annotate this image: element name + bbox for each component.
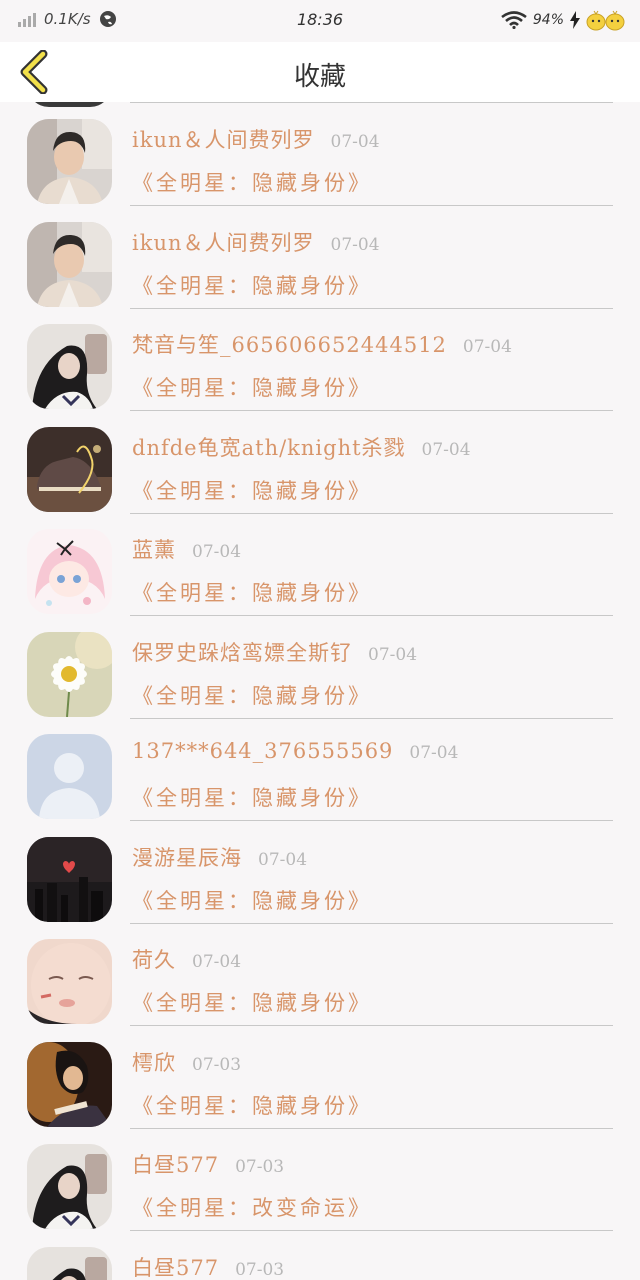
list-item[interactable]: 保罗史跺焓鸾嫖全斯钌 07-04 《全明星：隐藏身份》 (0, 615, 640, 719)
top-nav-bar: 收藏 (0, 42, 640, 102)
list-item[interactable]: dnfde龟宽ath/knight杀戮 07-04 《全明星：隐藏身份》 (0, 410, 640, 514)
avatar[interactable] (27, 426, 112, 512)
avatar[interactable] (27, 324, 112, 409)
book-title[interactable]: 《全明星：改变命运》 (132, 1192, 372, 1222)
list-item[interactable]: 樗欣 07-03 《全明星：隐藏身份》 (0, 1025, 640, 1129)
battery-percent: 94% (532, 12, 564, 28)
list-item[interactable]: 白昼577 07-03 《全明星：改变命运》 (0, 1127, 640, 1231)
list-item[interactable]: 蓝薰 07-04 《全明星：隐藏身份》 (0, 512, 640, 616)
favorite-date: 07-03 (235, 1157, 285, 1177)
favorite-date: 07-04 (258, 849, 308, 870)
list-item[interactable]: ikun＆人间费列罗 07-04 《全明星：隐藏身份》 (0, 102, 640, 206)
book-title[interactable]: 《全明星：隐藏身份》 (132, 1090, 372, 1120)
user-name[interactable]: 保罗史跺焓鸾嫖全斯钌 (132, 641, 352, 665)
user-name[interactable]: 白昼577 (132, 1153, 219, 1177)
avatar[interactable] (27, 529, 112, 614)
avatar[interactable] (27, 1246, 112, 1280)
favorite-date: 07-04 (192, 952, 242, 972)
book-title[interactable]: 《全明星：隐藏身份》 (132, 577, 372, 607)
charging-bolt-icon (570, 11, 580, 29)
favorite-date: 07-04 (192, 542, 242, 562)
book-title[interactable]: 《全明星：隐藏身份》 (132, 680, 372, 710)
user-name[interactable]: dnfde龟宽ath/knight杀戮 (132, 436, 406, 460)
book-title[interactable]: 《全明星：隐藏身份》 (132, 167, 372, 197)
wifi-icon (501, 11, 527, 29)
favorite-date: 07-04 (421, 439, 471, 460)
chick-mascot-icon (586, 10, 625, 31)
list-item[interactable]: 漫游星辰海 07-04 《全明星：隐藏身份》 (0, 820, 640, 924)
avatar[interactable] (27, 836, 112, 922)
book-title[interactable]: 《全明星：隐藏身份》 (132, 270, 372, 300)
list-item[interactable]: 137***644_376555569 07-04 《全明星：隐藏身份》 (0, 717, 640, 821)
list-item[interactable]: 梵音与笙_665606652444512 07-04 《全明星：隐藏身份》 (0, 307, 640, 411)
favorite-date: 07-04 (330, 234, 380, 255)
book-title[interactable]: 《全明星：隐藏身份》 (132, 782, 372, 812)
user-name[interactable]: 梵音与笙_665606652444512 (132, 333, 447, 357)
favorite-date: 07-04 (330, 132, 380, 152)
user-name[interactable]: ikun＆人间费列罗 (132, 231, 315, 255)
user-name[interactable]: 漫游星辰海 (132, 846, 242, 870)
list-item[interactable]: 白昼577 07-03 (0, 1230, 640, 1280)
favorite-date: 07-03 (192, 1054, 242, 1075)
page-title: 收藏 (293, 62, 346, 92)
avatar[interactable] (27, 1041, 112, 1127)
avatar[interactable] (27, 1144, 112, 1229)
book-title[interactable]: 《全明星：隐藏身份》 (132, 885, 372, 915)
avatar[interactable] (27, 734, 112, 819)
user-name[interactable]: 白昼577 (132, 1256, 219, 1280)
book-title[interactable]: 《全明星：隐藏身份》 (132, 475, 372, 505)
avatar[interactable] (27, 631, 112, 717)
user-name[interactable]: 蓝薰 (132, 538, 176, 562)
user-name[interactable]: 樗欣 (132, 1051, 176, 1075)
status-bar: 0.1K/s 18:36 94% (0, 0, 640, 42)
favorite-date: 07-04 (368, 644, 418, 665)
favorites-list: ikun＆人间费列罗 07-04 《全明星：隐藏身份》 ikun＆人间费列罗 07-04… (0, 102, 640, 1280)
favorite-date: 07-04 (409, 743, 459, 763)
avatar[interactable] (27, 221, 112, 307)
user-name[interactable]: ikun＆人间费列罗 (132, 128, 315, 152)
list-item[interactable]: ikun＆人间费列罗 07-04 《全明星：隐藏身份》 (0, 205, 640, 309)
user-name[interactable]: 137***644_376555569 (132, 739, 393, 763)
book-title[interactable]: 《全明星：隐藏身份》 (132, 987, 372, 1017)
list-item[interactable]: 荷久 07-04 《全明星：隐藏身份》 (0, 922, 640, 1026)
avatar[interactable] (27, 119, 112, 204)
book-title[interactable]: 《全明星：隐藏身份》 (132, 372, 372, 402)
favorite-date: 07-04 (462, 337, 512, 357)
avatar[interactable] (27, 939, 112, 1024)
user-name[interactable]: 荷久 (132, 948, 176, 972)
favorite-date: 07-03 (235, 1259, 285, 1280)
